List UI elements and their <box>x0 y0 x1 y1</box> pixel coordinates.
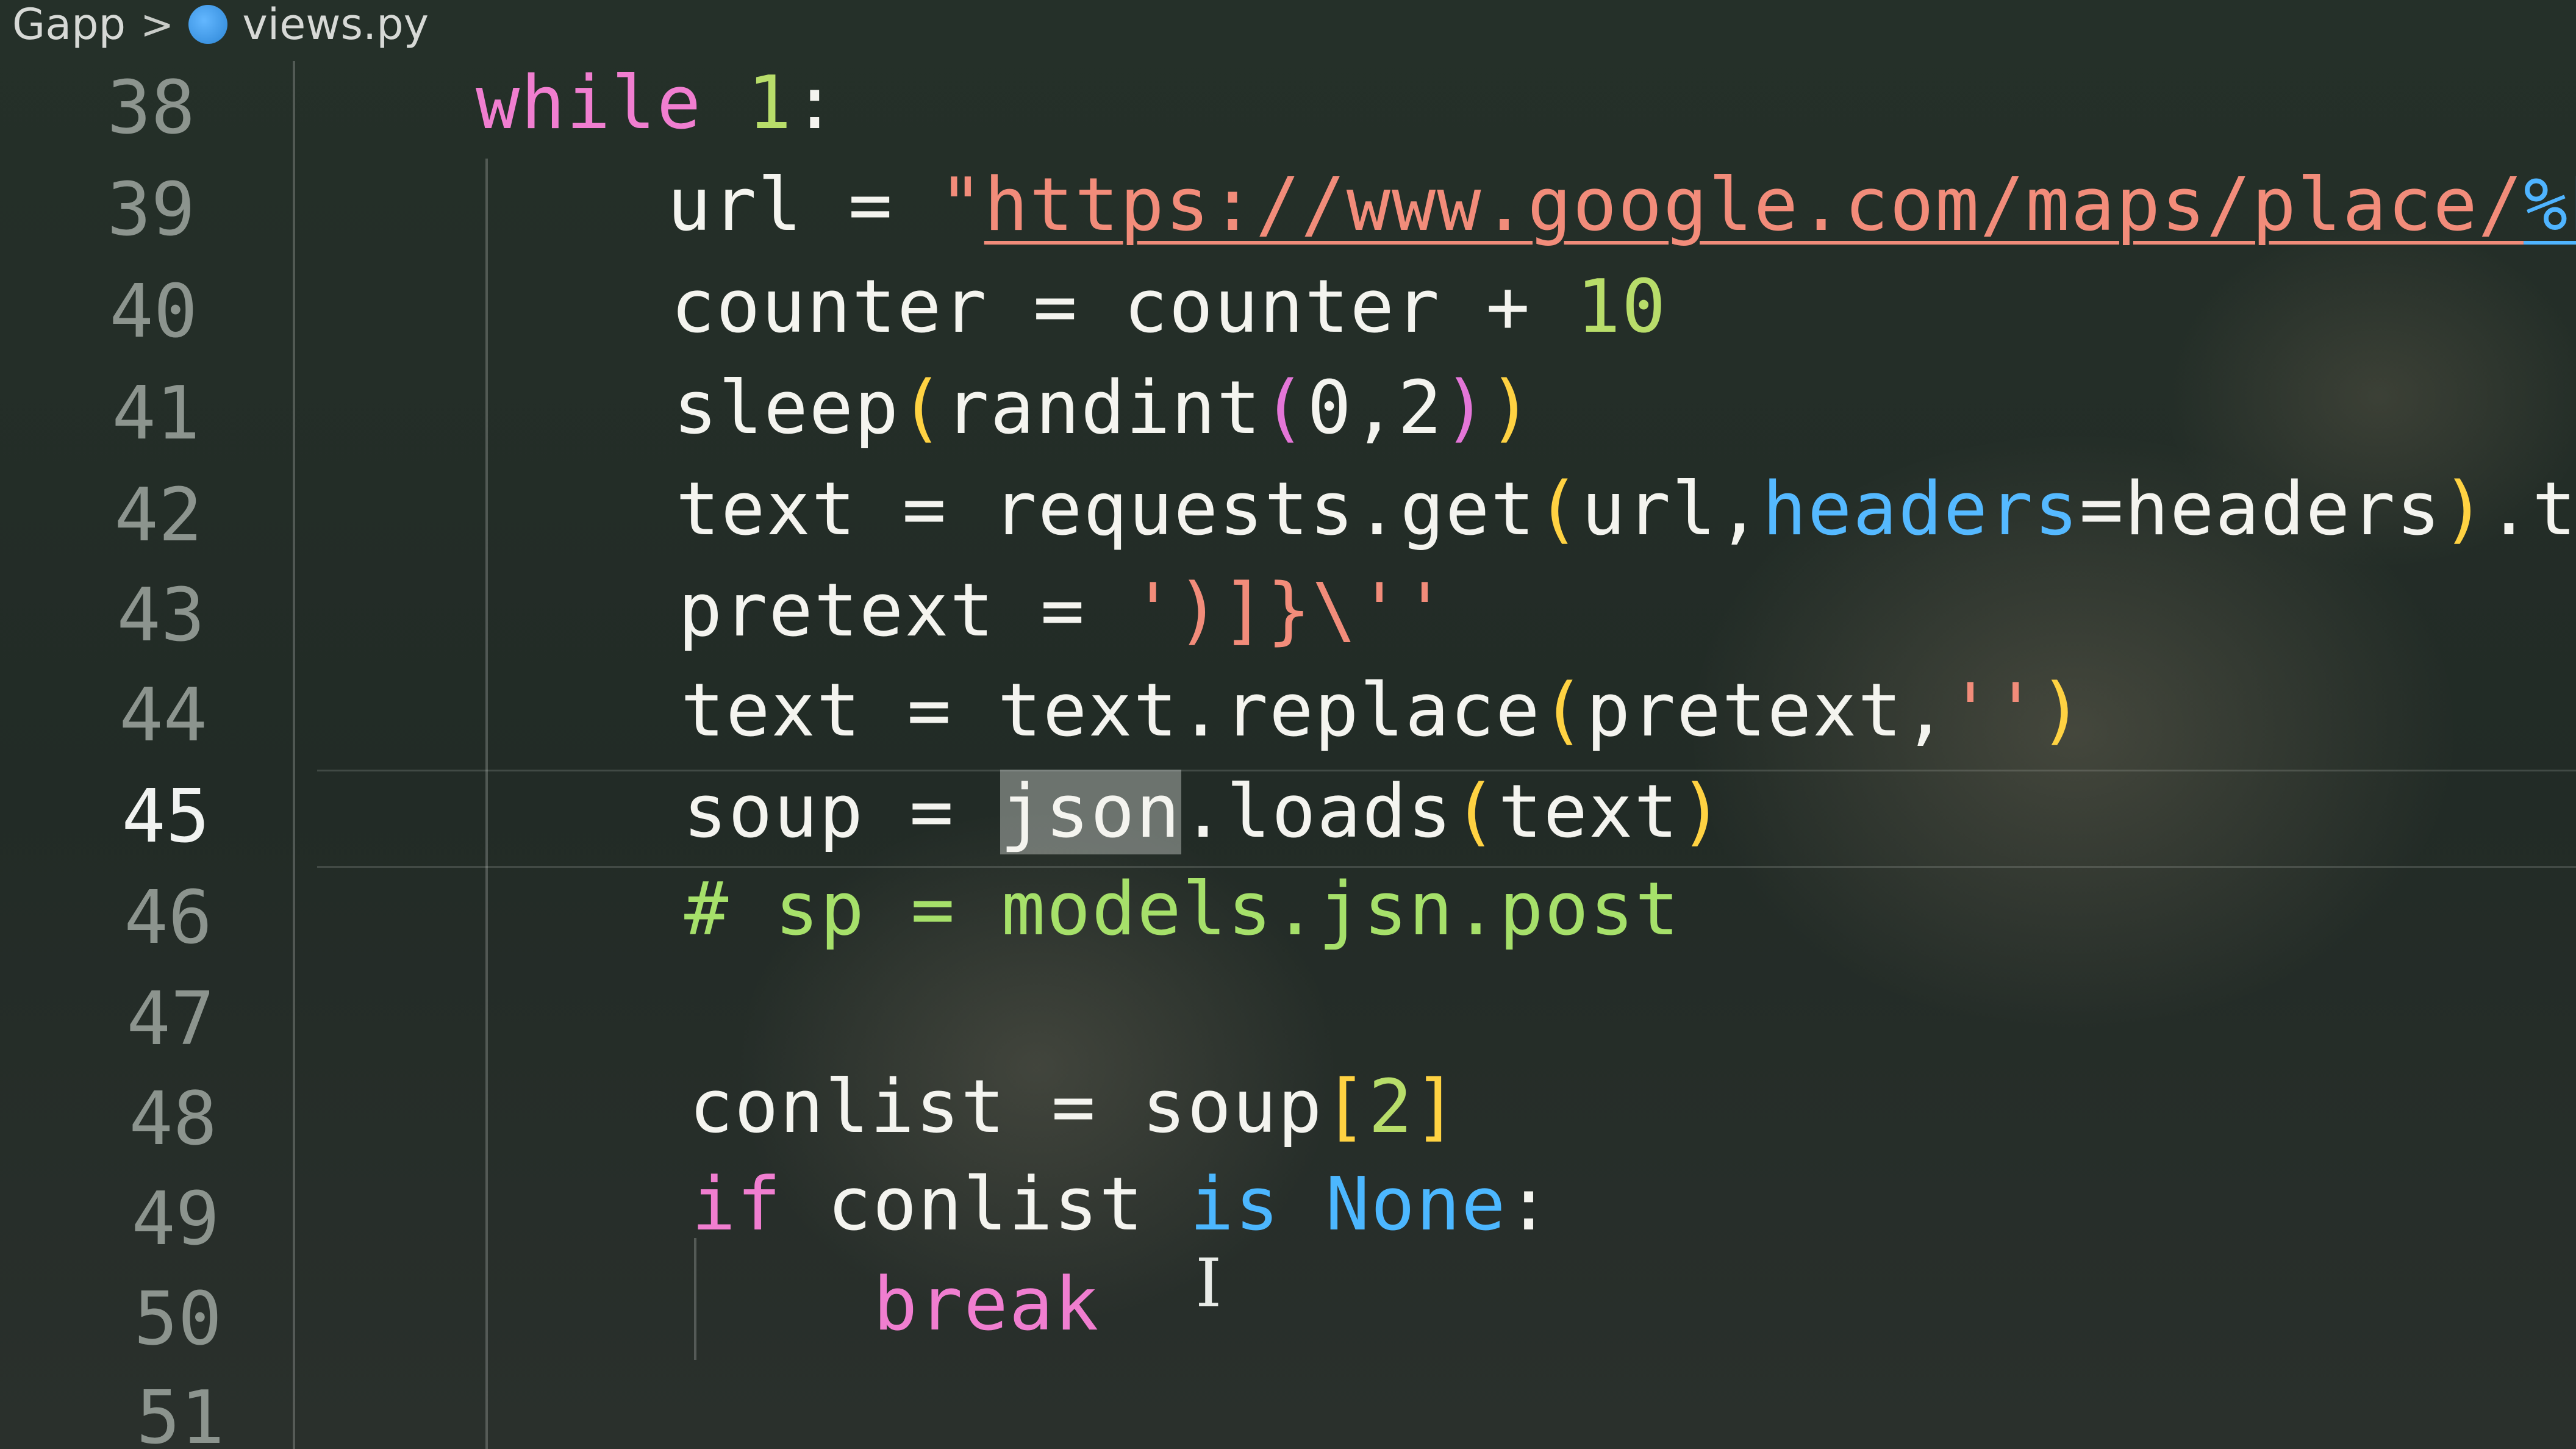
code-line-active[interactable]: soup = json.loads(text) <box>683 770 1725 854</box>
bracket-close: ) <box>1443 366 1489 451</box>
indent-guide <box>485 159 488 1449</box>
function-name: randint <box>945 366 1262 451</box>
indent-guide <box>694 1238 696 1360</box>
assignment: text = requests.get <box>676 467 1536 552</box>
line-number[interactable]: 41 <box>41 371 201 456</box>
bracket-open: ( <box>1536 467 1581 552</box>
code-line[interactable]: if conlist is None: <box>692 1162 1552 1247</box>
python-file-icon <box>188 5 228 44</box>
constant-none: None <box>1325 1162 1507 1247</box>
comment: # sp = models.jsn.post <box>684 867 1681 952</box>
arguments: =headers <box>2079 467 2442 552</box>
keyword-while: while <box>476 61 703 146</box>
method-call: .loads <box>1181 770 1453 854</box>
line-number[interactable]: 48 <box>59 1077 218 1162</box>
keyword-parameter: headers <box>1762 467 2080 552</box>
bracket-close: ) <box>2441 467 2487 552</box>
assignment: pretext = <box>678 568 1131 653</box>
code-line[interactable]: counter = counter + 10 <box>671 265 1667 349</box>
attribute-access: .tex <box>2486 467 2576 552</box>
code-line[interactable]: while 1: <box>476 61 838 146</box>
code-line[interactable]: pretext = ')]}\'' <box>678 568 1448 653</box>
bracket-close: ] <box>1413 1065 1459 1150</box>
line-number[interactable]: 46 <box>54 876 213 961</box>
keyword-break: break <box>873 1262 1100 1347</box>
assignment: conlist = soup <box>689 1065 1323 1150</box>
function-name: sleep <box>673 366 900 451</box>
code-line[interactable]: conlist = soup[2] <box>689 1065 1459 1150</box>
bracket-close: ) <box>1488 366 1534 451</box>
bracket-open: [ <box>1323 1065 1368 1150</box>
breadcrumb-file[interactable]: views.py <box>242 0 429 49</box>
string-literal: '' <box>1948 668 2039 753</box>
keyword-if: if <box>692 1162 782 1247</box>
text-cursor-icon: I <box>1195 1244 1222 1322</box>
colon: : <box>792 61 838 146</box>
code-line[interactable]: break <box>873 1262 1100 1347</box>
identifier: conlist <box>782 1162 1190 1247</box>
line-number[interactable]: 42 <box>44 473 203 558</box>
assignment: counter = counter + <box>671 265 1576 349</box>
breadcrumb: Gapp > views.py <box>0 0 429 49</box>
word-highlight[interactable]: json <box>1000 770 1181 854</box>
bracket-open: ( <box>1453 770 1498 854</box>
number-literal: 1 <box>747 61 793 146</box>
code-line[interactable]: sleep(randint(0,2)) <box>673 366 1534 451</box>
line-number[interactable]: 49 <box>61 1177 220 1262</box>
arguments: url, <box>1581 467 1762 552</box>
url-escape: %E5 <box>2524 163 2576 248</box>
keyword-is: is <box>1189 1162 1281 1247</box>
arguments: 0,2 <box>1307 366 1444 451</box>
number-literal: 10 <box>1576 265 1667 349</box>
line-number[interactable]: 39 <box>37 168 196 252</box>
assignment: url = <box>667 163 939 248</box>
line-number[interactable]: 44 <box>49 673 208 758</box>
line-number[interactable]: 51 <box>66 1376 225 1449</box>
editor-photo: Gapp > views.py 38 39 40 41 42 43 44 45 … <box>0 0 2576 1449</box>
string-literal: ')]}\'' <box>1131 568 1448 653</box>
line-number[interactable]: 47 <box>56 977 215 1062</box>
breadcrumb-folder[interactable]: Gapp <box>12 0 126 49</box>
line-number[interactable]: 38 <box>37 66 196 151</box>
url-string[interactable]: https://www.google.com/maps/place/ <box>984 163 2524 248</box>
number-literal: 2 <box>1368 1065 1414 1150</box>
line-number[interactable]: 43 <box>46 573 206 658</box>
bracket-close: ) <box>1679 770 1725 854</box>
line-number[interactable]: 50 <box>63 1277 223 1362</box>
breadcrumb-separator-icon: > <box>140 1 174 48</box>
assignment: soup = <box>683 770 1000 854</box>
indent-guide <box>293 61 295 1449</box>
code-line[interactable]: # sp = models.jsn.post <box>684 867 1680 952</box>
bracket-close: ) <box>2039 668 2084 753</box>
arguments: text <box>1498 770 1680 854</box>
colon: : <box>1506 1162 1552 1247</box>
bracket-open: ( <box>1262 366 1308 451</box>
code-line[interactable]: text = requests.get(url,headers=headers)… <box>676 467 2576 552</box>
string-quote: " <box>939 163 984 248</box>
arguments: pretext, <box>1586 668 1948 753</box>
bracket-open: ( <box>900 366 945 451</box>
bracket-open: ( <box>1540 668 1586 753</box>
code-line[interactable]: url = "https://www.google.com/maps/place… <box>667 163 2576 248</box>
assignment: text = text.replace <box>681 668 1541 753</box>
line-number-active[interactable]: 45 <box>51 775 210 859</box>
line-number[interactable]: 40 <box>39 270 198 354</box>
code-line[interactable]: text = text.replace(pretext,'') <box>681 668 2084 753</box>
